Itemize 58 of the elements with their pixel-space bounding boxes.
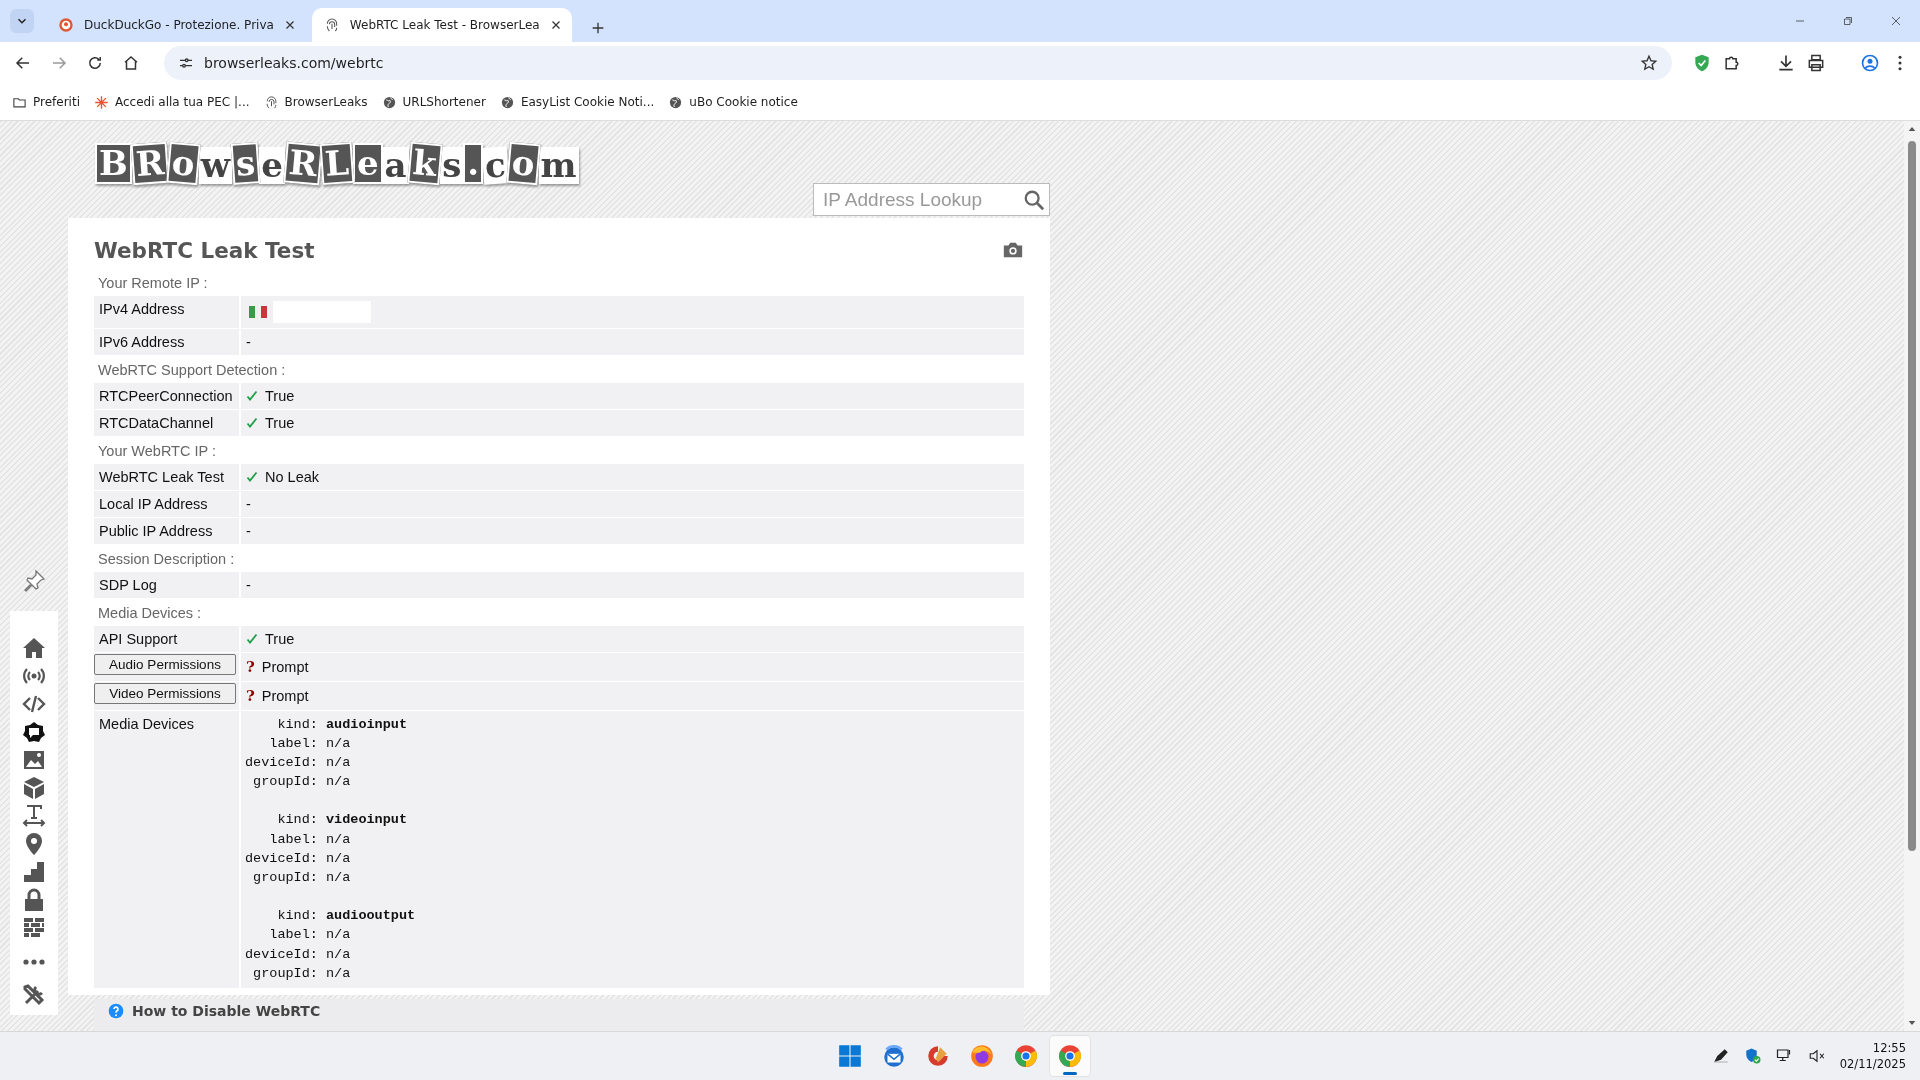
row-value: No Leak (265, 468, 319, 485)
browser-tab[interactable]: WebRTC Leak Test - BrowserLea (311, 8, 572, 42)
bookmark[interactable]: EasyList Cookie Noti... (499, 94, 655, 110)
row-value: True (265, 630, 295, 647)
bookmark[interactable]: uBo Cookie notice (668, 94, 798, 110)
url-text: browserleaks.com/webrtc (204, 55, 385, 71)
row-value: - (246, 576, 251, 593)
row-label: Media Devices (99, 715, 195, 732)
browser-tab[interactable]: DuckDuckGo - Protezione. Priva (46, 8, 306, 42)
section-heading: Your Remote IP : (97, 273, 209, 293)
device-line: deviceId: n/a (245, 945, 351, 964)
row-value: Prompt (261, 658, 309, 675)
row-label: Local IP Address (99, 495, 208, 512)
clock[interactable]: 12:55 02/11/2025 (1839, 1040, 1906, 1072)
question-mark: ? (246, 657, 255, 676)
row-value: - (246, 522, 251, 539)
section-heading: Your WebRTC IP : (97, 441, 217, 461)
device-line: label: n/a (268, 830, 351, 849)
permission-button[interactable]: Audio Permissions (94, 653, 236, 675)
device-line: deviceId: n/a (245, 849, 351, 868)
device-line: label: n/a (268, 734, 351, 753)
page-title: WebRTC Leak Test (94, 237, 315, 263)
question-mark: ? (246, 686, 255, 705)
device-line: kind: audiooutput (276, 907, 416, 926)
device-line: groupId: n/a (252, 773, 351, 792)
help-bar[interactable]: How to Disable WebRTC (94, 999, 1024, 1031)
device-line: groupId: n/a (252, 869, 351, 887)
row-label: RTCDataChannel (99, 414, 214, 431)
search-field[interactable]: IP Address Lookup (813, 183, 1050, 216)
row-label: RTCPeerConnection (99, 387, 233, 404)
row-label: Public IP Address (99, 522, 213, 539)
section-heading: WebRTC Support Detection : (97, 360, 287, 380)
clock-time: 12:55 (1872, 1040, 1906, 1056)
row-value: - (246, 495, 251, 512)
bookmark[interactable]: BrowserLeaks (263, 94, 368, 110)
bookmark[interactable]: Accedi alla tua PEC |... (94, 94, 250, 110)
section-heading: Media Devices : (97, 603, 203, 623)
row-label: WebRTC Leak Test (99, 468, 224, 485)
device-line: kind: audioinput (276, 715, 408, 734)
row-value: True (265, 414, 295, 431)
row-label: SDP Log (99, 576, 157, 593)
device-line: label: n/a (268, 926, 351, 945)
device-line: groupId: n/a (252, 964, 351, 983)
row-label: IPv4 Address (99, 300, 185, 317)
row-value: True (265, 387, 295, 404)
row-value: Prompt (261, 687, 309, 704)
row-label: API Support (99, 630, 178, 647)
clock-date: 02/11/2025 (1839, 1056, 1906, 1072)
device-line: deviceId: n/a (245, 753, 351, 772)
bookmark[interactable]: URLShortener (381, 94, 486, 110)
bookmark[interactable]: Preferiti (12, 94, 80, 110)
row-value: - (246, 333, 251, 350)
permission-button[interactable]: Video Permissions (94, 682, 236, 704)
section-heading: Session Description : (97, 549, 236, 569)
device-line: kind: videoinput (276, 811, 408, 830)
help-heading: How to Disable WebRTC (132, 1003, 321, 1019)
row-label: IPv6 Address (99, 333, 185, 350)
address-bar[interactable]: browserleaks.com/webrtc (164, 46, 1672, 80)
